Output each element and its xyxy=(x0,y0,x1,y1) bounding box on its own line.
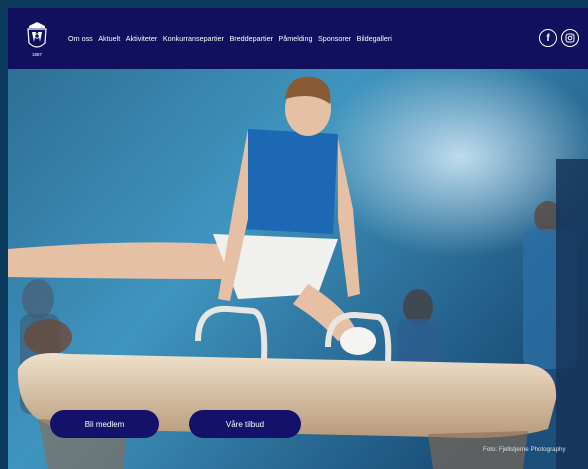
instagram-glyph xyxy=(565,33,575,43)
nav-item-bildegalleri[interactable]: Bildegalleri xyxy=(357,34,392,43)
photo-credit: Foto: Fjellstjerne Photography xyxy=(483,446,566,453)
club-logo[interactable]: 1887 xyxy=(25,21,49,58)
nav-item-konkurransepartier[interactable]: Konkurransepartier xyxy=(163,34,224,43)
nav-item-breddepartier[interactable]: Breddepartier xyxy=(229,34,273,43)
join-button[interactable]: Bli medlem xyxy=(50,410,159,438)
nav-item-pamelding[interactable]: Påmelding xyxy=(279,34,313,43)
logo-year: 1887 xyxy=(32,52,43,57)
facebook-glyph: f xyxy=(546,32,550,44)
instagram-icon[interactable] xyxy=(561,29,579,47)
nav-item-sponsorer[interactable]: Sponsorer xyxy=(318,34,351,43)
facebook-icon[interactable]: f xyxy=(539,29,557,47)
nav-item-aktuelt[interactable]: Aktuelt xyxy=(98,34,120,43)
nav-item-aktiviteter[interactable]: Aktiviteter xyxy=(126,34,158,43)
top-navigation: 1887 Om oss Aktuelt Aktiviteter Konkurra… xyxy=(8,8,588,69)
hero-image xyxy=(8,69,588,469)
offers-button[interactable]: Våre tilbud xyxy=(189,410,301,438)
nav-item-om-oss[interactable]: Om oss xyxy=(68,34,93,43)
main-menu: Om oss Aktuelt Aktiviteter Konkurransepa… xyxy=(68,8,397,69)
gymnast-photo xyxy=(8,69,588,469)
